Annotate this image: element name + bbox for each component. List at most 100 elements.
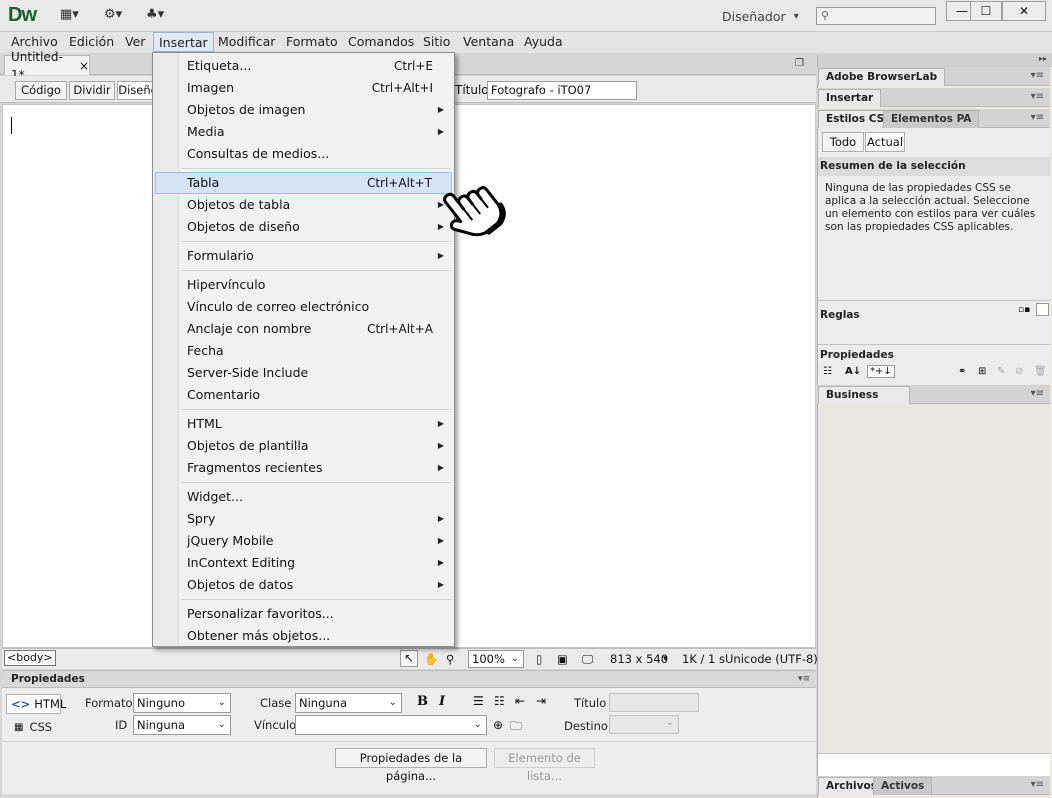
- indent-icon[interactable]: ⇥: [536, 694, 546, 708]
- css-mode-button[interactable]: ▦ CSS: [14, 718, 52, 736]
- menu-item-formulario[interactable]: Formulario ▶: [155, 245, 452, 267]
- tab-business-catalyst[interactable]: Business Catalyst: [818, 386, 910, 418]
- panel-collapse-bar[interactable]: ▸▸: [818, 54, 1052, 67]
- point-to-file-icon[interactable]: ⊕: [493, 718, 503, 732]
- panel-menu-icon[interactable]: ▾≡: [1031, 779, 1044, 790]
- menu-item-spry[interactable]: Spry ▶: [155, 508, 452, 530]
- formato-label: Formato: [85, 696, 133, 710]
- todo-button[interactable]: Todo: [822, 132, 864, 152]
- menu-item-jquery-mobile[interactable]: jQuery Mobile ▶: [155, 530, 452, 552]
- layout-menu-icon[interactable]: ▦▾: [60, 7, 79, 25]
- panel-menu-icon[interactable]: ▾≡: [1031, 70, 1044, 81]
- menu-item-objetos-de-imagen[interactable]: Objetos de imagen ▶: [155, 99, 452, 121]
- chevron-down-icon[interactable]: ▾: [663, 654, 668, 664]
- code-view-button[interactable]: Código: [15, 81, 67, 100]
- menu-item-label: jQuery Mobile: [187, 533, 274, 548]
- menu-modificar[interactable]: Modificar: [213, 32, 280, 52]
- menu-insertar[interactable]: Insertar: [153, 32, 214, 52]
- menu-item-imagen[interactable]: Imagen Ctrl+Alt+I: [155, 77, 452, 99]
- split-view-button[interactable]: Dividir: [69, 81, 115, 100]
- menu-edicion[interactable]: Edición: [64, 32, 119, 52]
- menu-item-comentario[interactable]: Comentario: [155, 384, 452, 406]
- menu-item-server-side-include[interactable]: Server-Side Include: [155, 362, 452, 384]
- formato-select[interactable]: Ninguno ⌄: [133, 693, 231, 713]
- gear-icon[interactable]: ⚙▾: [104, 7, 122, 25]
- zoom-select[interactable]: 100% ⌄: [468, 650, 524, 668]
- menu-item-obtener-mas-objetos[interactable]: Obtener más objetos...: [155, 625, 452, 647]
- menu-ventana[interactable]: Ventana: [458, 32, 519, 52]
- menu-item-fragmentos-recientes[interactable]: Fragmentos recientes ▶: [155, 457, 452, 479]
- italic-icon[interactable]: I: [439, 694, 445, 709]
- menu-item-objetos-de-plantilla[interactable]: Objetos de plantilla ▶: [155, 435, 452, 457]
- menu-ver[interactable]: Ver: [120, 32, 150, 52]
- menu-item-tabla[interactable]: Tabla Ctrl+Alt+T: [155, 172, 452, 194]
- menu-item-vinculo-de-correo-electronico[interactable]: Vínculo de correo electrónico: [155, 296, 452, 318]
- menu-item-fecha[interactable]: Fecha: [155, 340, 452, 362]
- actual-button[interactable]: Actual: [865, 132, 905, 152]
- divider: [2, 741, 816, 742]
- menu-item-incontext-editing[interactable]: InContext Editing ▶: [155, 552, 452, 574]
- mobile-size-icon[interactable]: ▯: [536, 652, 542, 666]
- search-input[interactable]: ⚲: [816, 7, 936, 25]
- workspace-switcher[interactable]: Diseñador ▾: [722, 9, 799, 24]
- tablet-size-icon[interactable]: ▣: [557, 652, 568, 666]
- site-manager-icon[interactable]: ♣▾: [146, 7, 164, 25]
- html-mode-button[interactable]: <> HTML: [6, 694, 66, 714]
- rule-view-icon[interactable]: ▫▪: [1018, 305, 1030, 315]
- clase-select[interactable]: Ninguna ⌄: [295, 693, 402, 713]
- tab-elementos-pa[interactable]: Elementos PA: [883, 110, 980, 128]
- menu-item-objetos-de-datos[interactable]: Objetos de datos ▶: [155, 574, 452, 596]
- ordered-list-icon[interactable]: ☷: [494, 694, 505, 708]
- hand-tool-icon[interactable]: ✋: [424, 652, 438, 666]
- document-tab[interactable]: Untitled-1* ×: [4, 50, 90, 82]
- tag-selector-body[interactable]: <body>: [4, 650, 56, 666]
- browse-folder-icon[interactable]: 🗀: [510, 717, 522, 738]
- menu-item-media[interactable]: Media ▶: [155, 121, 452, 143]
- desktop-size-icon[interactable]: 🖵: [582, 652, 593, 667]
- panel-menu-icon[interactable]: ▾≡: [1031, 91, 1044, 102]
- menu-formato[interactable]: Formato: [281, 32, 343, 52]
- menu-sitio[interactable]: Sitio: [418, 32, 455, 52]
- panel-menu-icon[interactable]: ▾≡: [798, 674, 810, 684]
- outdent-icon[interactable]: ⇤: [515, 694, 525, 708]
- alpha-sort-icon[interactable]: A↓: [845, 366, 861, 377]
- new-rule-icon[interactable]: ⊞: [978, 366, 986, 377]
- zoom-tool-icon[interactable]: ⚲: [446, 652, 454, 666]
- unordered-list-icon[interactable]: ☰: [473, 694, 484, 708]
- menu-item-objetos-de-diseno[interactable]: Objetos de diseño ▶: [155, 216, 452, 238]
- menu-item-objetos-de-tabla[interactable]: Objetos de tabla ▶: [155, 194, 452, 216]
- menu-item-widget[interactable]: Widget...: [155, 486, 452, 508]
- business-catalyst-body: [818, 404, 1050, 753]
- attach-style-icon[interactable]: ⚭: [958, 366, 966, 377]
- menu-item-label: Objetos de imagen: [187, 102, 306, 117]
- close-button[interactable]: ✕: [1002, 1, 1046, 21]
- page-properties-button[interactable]: Propiedades de la página...: [335, 748, 487, 783]
- restore-document-icon[interactable]: ❐: [795, 58, 804, 69]
- menu-item-etiqueta[interactable]: Etiqueta... Ctrl+E: [155, 55, 452, 77]
- cascade-view-icon[interactable]: [1036, 303, 1049, 316]
- panel-menu-icon[interactable]: ▾≡: [1031, 112, 1044, 123]
- window-size[interactable]: 813 x 540: [610, 652, 668, 666]
- set-properties-icon[interactable]: *+↓: [867, 365, 895, 378]
- menu-item-hipervinculo[interactable]: Hipervínculo: [155, 274, 452, 296]
- tab-browserlab[interactable]: Adobe BrowserLab: [818, 68, 946, 86]
- bold-icon[interactable]: B: [417, 694, 428, 709]
- tab-activos[interactable]: Activos: [873, 777, 933, 795]
- vinculo-input[interactable]: ⌄: [295, 715, 487, 735]
- menu-ayuda[interactable]: Ayuda: [519, 32, 568, 52]
- chevron-down-icon: ⌄: [473, 719, 482, 730]
- tab-insertar[interactable]: Insertar: [818, 89, 882, 107]
- menu-item-personalizar-favoritos[interactable]: Personalizar favoritos...: [155, 603, 452, 625]
- menu-item-label: Media: [187, 124, 225, 139]
- menu-item-consultas-de-medios[interactable]: Consultas de medios...: [155, 143, 452, 165]
- menu-item-anclaje-con-nombre[interactable]: Anclaje con nombre Ctrl+Alt+A: [155, 318, 452, 340]
- menu-comandos[interactable]: Comandos: [343, 32, 419, 52]
- close-tab-icon[interactable]: ×: [79, 57, 89, 75]
- panel-menu-icon[interactable]: ▾≡: [1031, 388, 1044, 399]
- category-view-icon[interactable]: ☷: [823, 366, 832, 377]
- page-title-input[interactable]: Fotografo - iTO07: [487, 81, 637, 100]
- menu-item-html[interactable]: HTML ▶: [155, 413, 452, 435]
- id-select[interactable]: Ninguna ⌄: [133, 715, 231, 735]
- maximize-button[interactable]: ☐: [970, 1, 1002, 21]
- pointer-tool-icon[interactable]: ↖: [400, 650, 418, 667]
